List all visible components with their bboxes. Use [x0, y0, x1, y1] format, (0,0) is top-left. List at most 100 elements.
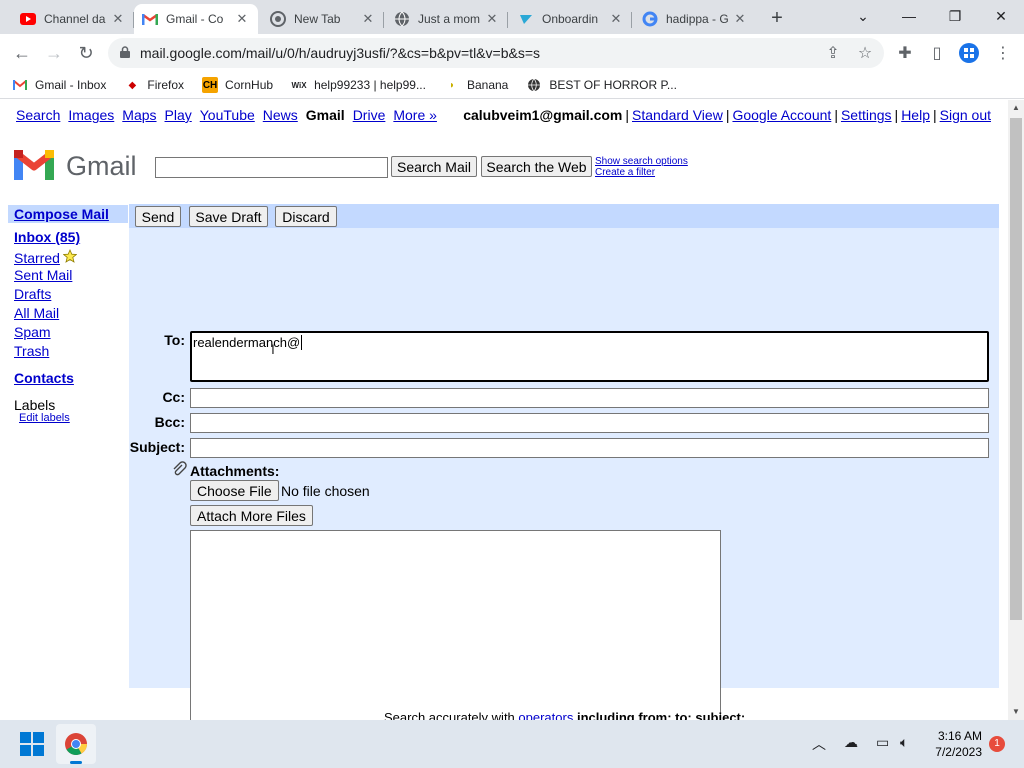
clock[interactable]: 3:16 AM 7/2/2023: [935, 728, 982, 760]
close-tab-icon[interactable]: ✕: [360, 11, 376, 27]
compose-mail-link[interactable]: Compose Mail: [8, 205, 128, 223]
message-body[interactable]: [190, 530, 721, 720]
menu-icon[interactable]: ⋮: [992, 42, 1014, 64]
tab-search-icon[interactable]: ⌄: [840, 0, 886, 32]
profile-icon[interactable]: [958, 42, 980, 64]
standard-view-link[interactable]: Standard View: [632, 107, 723, 123]
nav-starred[interactable]: Starred: [14, 250, 60, 266]
scroll-up-icon[interactable]: ▲: [1008, 100, 1024, 116]
new-tab-button[interactable]: +: [763, 4, 791, 32]
tab-new-tab[interactable]: New Tab ✕: [262, 4, 384, 34]
save-draft-button[interactable]: Save Draft: [189, 206, 268, 227]
share-icon[interactable]: ⇪: [822, 42, 844, 64]
bookmark-firefox[interactable]: ◆ Firefox: [124, 77, 185, 93]
volume-icon[interactable]: 🔈︎: [900, 734, 908, 751]
settings-link[interactable]: Settings: [841, 107, 892, 123]
cornhub-icon: CH: [202, 77, 219, 93]
close-tab-icon[interactable]: ✕: [484, 11, 500, 27]
search-mail-button[interactable]: Search Mail: [391, 156, 477, 177]
extensions-icon[interactable]: ✚: [894, 42, 916, 64]
to-field[interactable]: realendermanch@: [190, 331, 989, 382]
gmail-icon: [12, 77, 28, 93]
search-input[interactable]: [155, 157, 388, 178]
tab-hadippa[interactable]: hadippa - G ✕: [634, 4, 756, 34]
sign-out-link[interactable]: Sign out: [940, 107, 991, 123]
paperclip-icon: [171, 461, 187, 480]
gbar-play[interactable]: Play: [165, 107, 192, 123]
to-label: To:: [164, 332, 185, 348]
gbar-gmail: Gmail: [305, 107, 345, 123]
gbar-drive[interactable]: Drive: [353, 107, 386, 123]
tab-gmail[interactable]: Gmail - Co ✕: [134, 4, 258, 34]
bookmark-best-of-horror[interactable]: BEST OF HORROR P...: [526, 77, 677, 93]
nav-contacts[interactable]: Contacts: [8, 370, 128, 389]
close-window-icon[interactable]: ✕: [978, 0, 1024, 32]
forward-icon[interactable]: →: [40, 39, 68, 67]
nav-spam[interactable]: Spam: [8, 324, 128, 343]
left-nav: Compose Mail Inbox (85) Starred Sent Mai…: [8, 205, 128, 424]
tab-youtube[interactable]: Channel da ✕: [12, 4, 134, 34]
bookmark-help99233[interactable]: WiX help99233 | help99...: [291, 77, 426, 93]
attach-more-files-button[interactable]: Attach More Files: [190, 505, 313, 526]
account-bar: calubveim1@gmail.com | Standard View | Googl…: [463, 107, 991, 123]
scroll-down-icon[interactable]: ▼: [1008, 704, 1024, 720]
lock-icon: [120, 45, 130, 61]
nav-inbox[interactable]: Inbox (85): [8, 229, 128, 248]
bookmark-cornhub[interactable]: CH CornHub: [202, 77, 273, 93]
notification-badge[interactable]: 1: [989, 736, 1005, 752]
reload-icon[interactable]: ↻: [72, 39, 100, 67]
gbar-news[interactable]: News: [263, 107, 298, 123]
gmail-icon: [142, 11, 158, 27]
page-scrollbar[interactable]: ▲ ▼: [1008, 100, 1024, 720]
gbar-youtube[interactable]: YouTube: [200, 107, 255, 123]
nav-all-mail[interactable]: All Mail: [8, 305, 128, 324]
scroll-thumb[interactable]: [1010, 118, 1022, 620]
cc-field[interactable]: [190, 388, 989, 408]
close-tab-icon[interactable]: ✕: [234, 11, 250, 27]
gbar-images[interactable]: Images: [68, 107, 114, 123]
minimize-icon[interactable]: —: [886, 0, 932, 32]
clock-time: 3:16 AM: [937, 729, 982, 743]
gbar-search[interactable]: Search: [16, 107, 60, 123]
gmail-logo[interactable]: Gmail: [13, 150, 137, 183]
send-button[interactable]: Send: [135, 206, 181, 227]
show-search-options-link[interactable]: Show search options: [595, 156, 688, 167]
gbar-maps[interactable]: Maps: [122, 107, 156, 123]
gmail-page: Search Images Maps Play YouTube News Gma…: [0, 100, 1008, 720]
attachments-row: Attachments:: [171, 461, 279, 480]
chevron-up-icon[interactable]: ︿: [812, 734, 826, 754]
create-filter-link[interactable]: Create a filter: [595, 167, 688, 178]
side-panel-icon[interactable]: ▯: [926, 42, 948, 64]
bcc-label: Bcc:: [154, 414, 185, 430]
bookmarks-bar: Gmail - Inbox ◆ Firefox CH CornHub WiX help…: [0, 72, 1024, 99]
bookmark-gmail-inbox[interactable]: Gmail - Inbox: [12, 77, 106, 93]
nav-sent-mail[interactable]: Sent Mail: [8, 267, 128, 286]
maximize-icon[interactable]: ❐: [932, 0, 978, 32]
operators-link[interactable]: operators: [518, 710, 573, 720]
search-web-button[interactable]: Search the Web: [481, 156, 592, 177]
choose-file-button[interactable]: Choose File: [190, 480, 279, 501]
network-icon[interactable]: ▭: [876, 734, 889, 751]
tab-just-a-moment[interactable]: Just a mom ✕: [386, 4, 508, 34]
cloud-off-icon[interactable]: ☁: [844, 734, 858, 751]
address-bar[interactable]: mail.google.com/mail/u/0/h/audruyj3usfi/…: [108, 38, 884, 68]
gbar-more[interactable]: More »: [393, 107, 437, 123]
google-account-link[interactable]: Google Account: [732, 107, 831, 123]
tab-onboarding[interactable]: Onboardin ✕: [510, 4, 632, 34]
windows-start-icon[interactable]: [20, 732, 44, 759]
chrome-taskbar-icon[interactable]: [56, 724, 96, 764]
bcc-field[interactable]: [190, 413, 989, 433]
help-link[interactable]: Help: [901, 107, 930, 123]
edit-labels-link[interactable]: Edit labels: [8, 412, 128, 424]
close-tab-icon[interactable]: ✕: [110, 11, 126, 27]
discard-button[interactable]: Discard: [275, 206, 337, 227]
subject-field[interactable]: [190, 438, 989, 458]
bookmark-star-icon[interactable]: ☆: [854, 42, 876, 64]
nav-drafts[interactable]: Drafts: [8, 286, 128, 305]
bookmark-banana[interactable]: ◗ Banana: [444, 77, 508, 93]
nav-trash[interactable]: Trash: [8, 343, 128, 362]
close-tab-icon[interactable]: ✕: [608, 11, 624, 27]
back-icon[interactable]: ←: [8, 39, 36, 67]
close-tab-icon[interactable]: ✕: [732, 11, 748, 27]
to-field-value: realendermanch@: [193, 335, 301, 350]
